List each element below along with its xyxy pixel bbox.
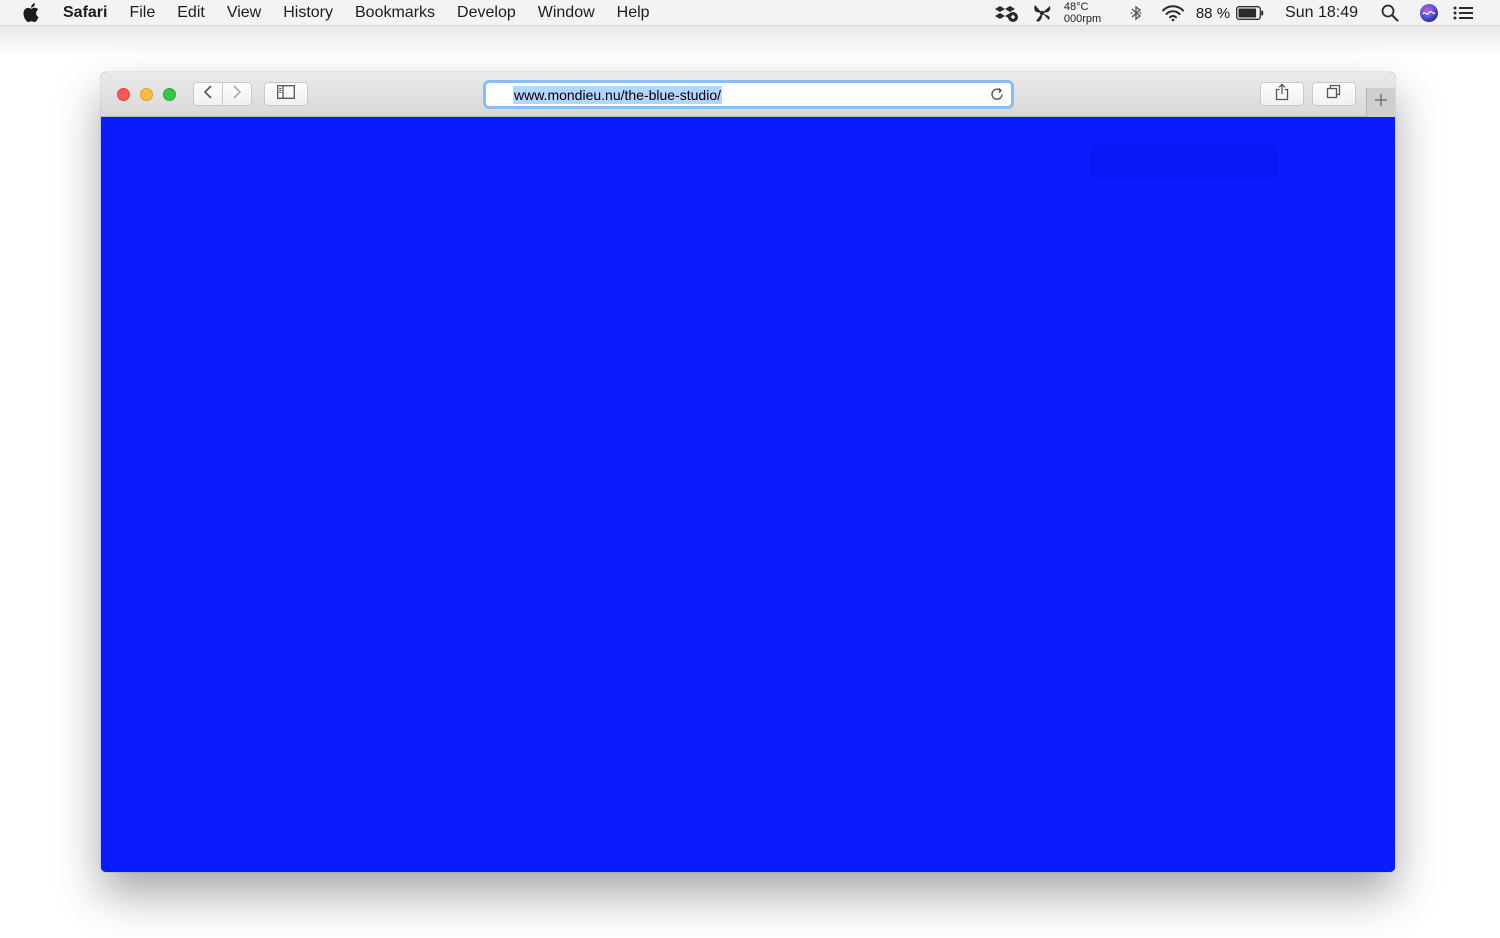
tabs-overview-icon — [1326, 84, 1342, 105]
bluetooth-icon[interactable] — [1126, 0, 1146, 26]
menu-edit[interactable]: Edit — [166, 0, 216, 26]
menu-window[interactable]: Window — [527, 0, 606, 26]
share-icon — [1275, 82, 1289, 106]
notification-center-icon[interactable] — [1452, 0, 1474, 26]
minimize-window-button[interactable] — [140, 88, 153, 101]
new-tab-button[interactable] — [1366, 88, 1395, 117]
spotlight-search-icon[interactable] — [1380, 0, 1400, 26]
fan-control-icon[interactable] — [1030, 0, 1054, 26]
close-window-button[interactable] — [117, 88, 130, 101]
battery-percent[interactable]: 88 % — [1196, 0, 1230, 26]
reload-icon[interactable] — [989, 86, 1005, 102]
tab-overview-button[interactable] — [1312, 82, 1356, 106]
url-text[interactable]: www.mondieu.nu/the-blue-studio/ — [513, 85, 723, 104]
sidebar-icon — [277, 84, 295, 104]
menu-develop[interactable]: Develop — [446, 0, 527, 26]
apple-icon[interactable] — [23, 3, 41, 23]
back-button[interactable] — [193, 82, 223, 106]
forward-button[interactable] — [222, 82, 252, 106]
forward-icon — [232, 84, 242, 104]
menu-view[interactable]: View — [216, 0, 272, 26]
temperature-readout[interactable]: 48°C 000rpm — [1064, 0, 1114, 26]
menu-app-safari[interactable]: Safari — [63, 0, 118, 26]
faint-site-logo — [1091, 145, 1277, 179]
zoom-window-button[interactable] — [163, 88, 176, 101]
share-button[interactable] — [1260, 82, 1304, 106]
back-icon — [203, 84, 213, 104]
menu-bookmarks[interactable]: Bookmarks — [344, 0, 446, 26]
menu-file[interactable]: File — [118, 0, 166, 26]
safari-window: www.mondieu.nu/the-blue-studio/ — [101, 72, 1395, 872]
fan-speed-label: 000rpm — [1063, 13, 1102, 25]
web-page-content[interactable] — [101, 117, 1395, 872]
dropbox-icon[interactable] — [994, 0, 1020, 26]
address-bar[interactable]: www.mondieu.nu/the-blue-studio/ — [483, 80, 1014, 109]
clock[interactable]: Sun 18:49 — [1285, 0, 1358, 26]
sidebar-toggle-button[interactable] — [264, 82, 308, 106]
desktop-background — [0, 26, 1500, 56]
browser-toolbar: www.mondieu.nu/the-blue-studio/ — [101, 72, 1395, 117]
new-tab-icon — [1374, 93, 1388, 112]
menu-bar: Safari File Edit View History Bookmarks … — [0, 0, 1500, 26]
temperature-label: 48°C — [1063, 1, 1089, 13]
siri-icon[interactable] — [1418, 0, 1440, 26]
wifi-icon[interactable] — [1160, 0, 1186, 26]
menu-history[interactable]: History — [272, 0, 344, 26]
menu-help[interactable]: Help — [606, 0, 661, 26]
battery-icon[interactable] — [1235, 0, 1265, 26]
